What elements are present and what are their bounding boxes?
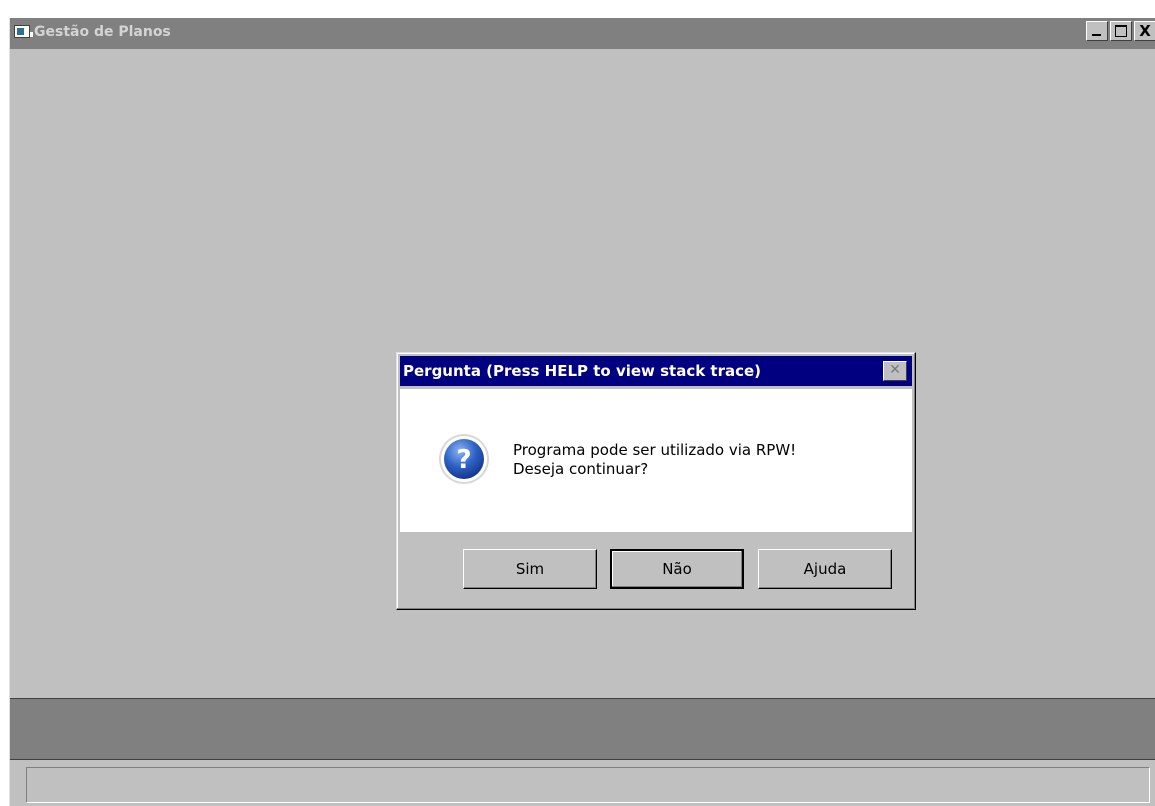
dialog-titlebar[interactable]: Pergunta (Press HELP to view stack trace…	[400, 356, 912, 386]
help-button[interactable]: Ajuda	[758, 549, 892, 589]
message-line-1: Programa pode ser utilizado via RPW!	[513, 441, 797, 459]
question-icon: ?	[439, 434, 489, 484]
dialog-message-area: ? Programa pode ser utilizado via RPW! D…	[400, 389, 912, 532]
dialog-title: Pergunta (Press HELP to view stack trace…	[403, 362, 762, 380]
message-line-2: Deseja continuar?	[513, 460, 649, 478]
app-icon	[14, 25, 33, 38]
minimize-button[interactable]	[1086, 21, 1108, 41]
yes-button[interactable]: Sim	[463, 549, 597, 589]
dialog-message: Programa pode ser utilizado via RPW! Des…	[513, 441, 796, 479]
window-titlebar[interactable]: Gestão de Planos X	[10, 18, 1155, 49]
close-icon: ✕	[889, 362, 901, 378]
question-dialog: Pergunta (Press HELP to view stack trace…	[396, 352, 916, 610]
no-button[interactable]: Não	[610, 549, 744, 589]
window-title: Gestão de Planos	[34, 24, 171, 40]
svg-text:?: ?	[456, 445, 471, 475]
maximize-button[interactable]	[1110, 21, 1132, 41]
status-bar	[10, 698, 1155, 760]
window-controls: X	[1084, 21, 1155, 43]
close-icon: X	[1139, 22, 1151, 40]
close-button[interactable]: X	[1134, 21, 1155, 41]
status-message-field	[26, 767, 1150, 803]
dialog-close-button[interactable]: ✕	[883, 361, 907, 381]
